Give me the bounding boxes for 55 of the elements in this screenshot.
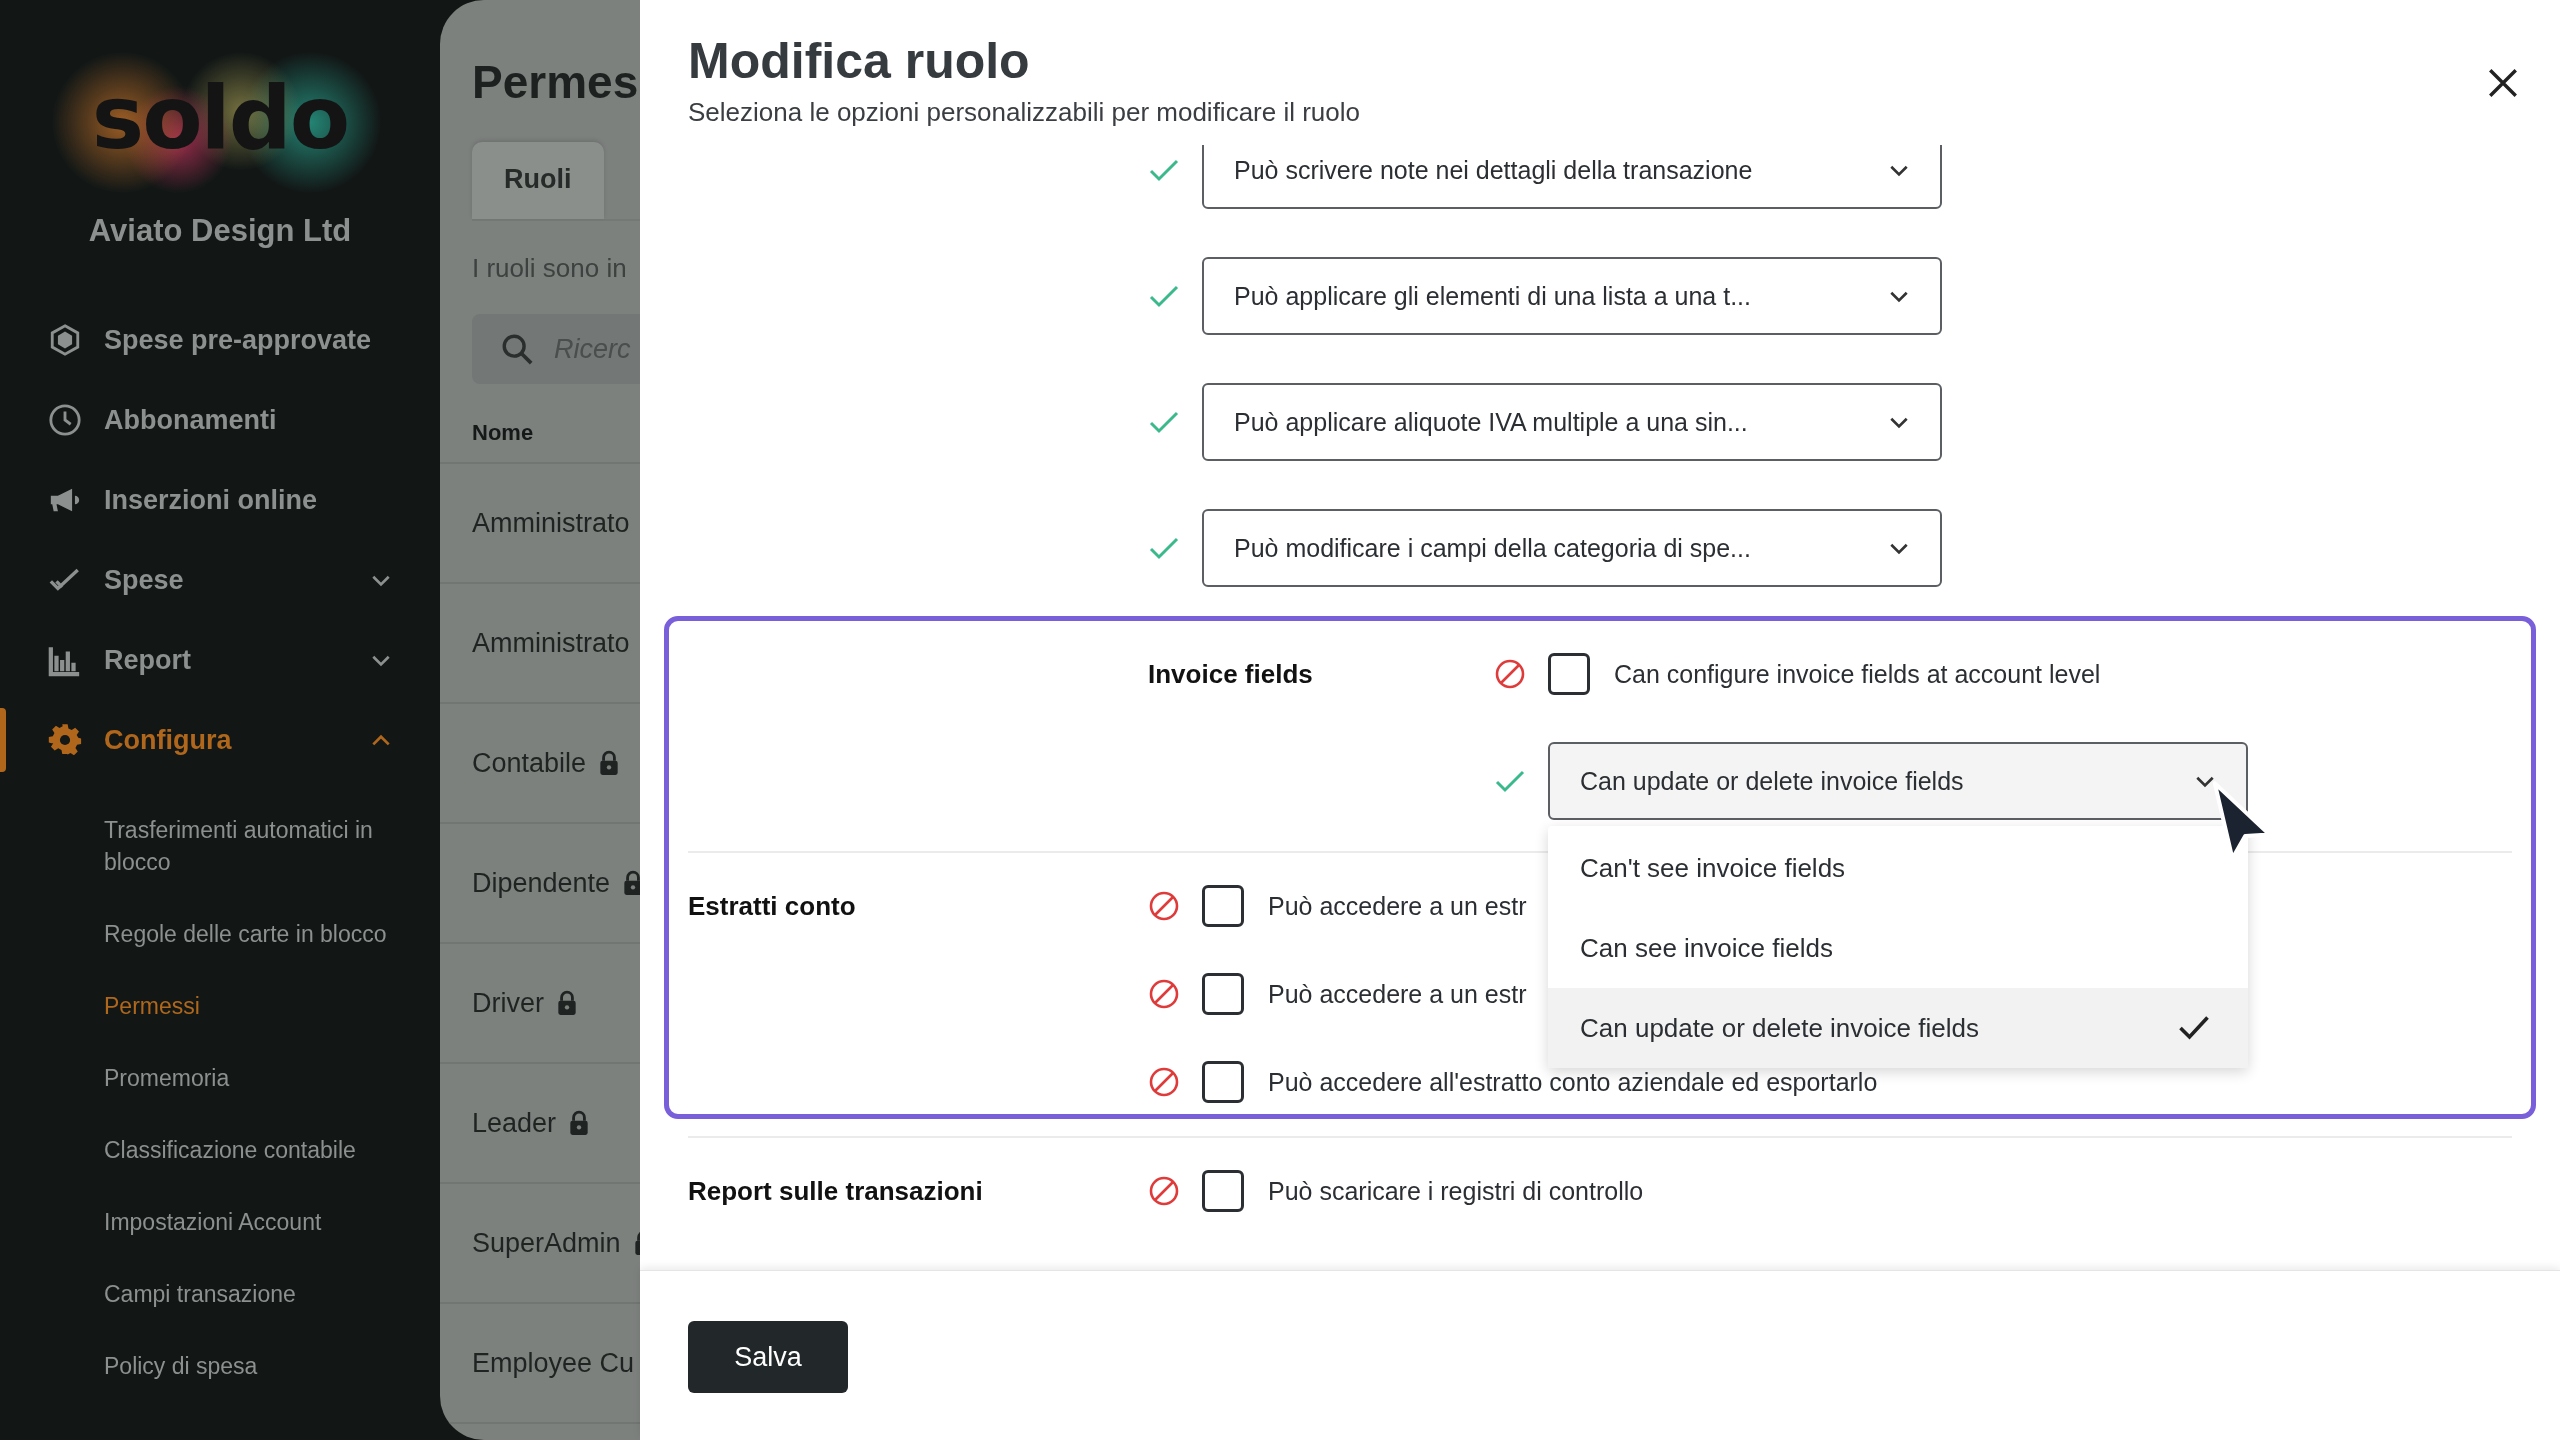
modal-title: Modifica ruolo [688,32,1030,91]
nav-subitem[interactable]: Permessi [104,970,440,1042]
clock-icon [48,403,82,437]
checkbox[interactable] [1202,885,1244,927]
nav-subitem[interactable]: Classificazione contabile [104,1114,440,1186]
role-name[interactable]: Leader [472,1107,557,1139]
nav-item[interactable]: Spese [0,540,440,620]
checkbox[interactable] [1548,653,1590,695]
nav-item[interactable]: Configura [0,700,440,780]
permission-dropdown[interactable]: Può scrivere note nei dettagli della transazione [1202,145,1942,209]
company-name: Aviato Design Ltd [88,213,352,249]
role-name[interactable]: Driver [472,987,544,1019]
menu-option[interactable]: Can update or delete invoice fields [1548,988,2248,1068]
nav-item[interactable]: Report [0,620,440,700]
nav-subitem[interactable]: Regole delle carte in blocco [104,898,440,970]
save-button[interactable]: Salva [688,1321,848,1393]
checkbox[interactable] [1202,1061,1244,1103]
section-label: Report sulle transazioni [688,1176,983,1206]
nav-item[interactable]: Inserzioni online [0,460,440,540]
intro-text: I ruoli sono in [472,253,628,284]
section-label: Estratti conto [688,891,856,921]
role-name[interactable]: Amministrato [472,507,630,539]
permission-text: Può accedere a un estr [1268,979,1527,1009]
menu-option[interactable]: Can't see invoice fields [1548,828,2248,908]
close-button[interactable] [2486,66,2520,100]
role-name[interactable]: Employee Cu [472,1347,635,1379]
checkbox[interactable] [1202,973,1244,1015]
nav-subitem[interactable]: Policy di spesa [104,1330,440,1402]
group-label: Invoice fields [1148,659,1313,689]
permission-dropdown[interactable]: Can update or delete invoice fields [1548,742,2248,820]
checkbox[interactable] [1202,1170,1244,1212]
permission-text: Può accedere all'estratto conto aziendale ed esportarlo [1268,1067,1878,1097]
role-name[interactable]: SuperAdmin [472,1227,621,1259]
nav-item[interactable]: Abbonamenti [0,380,440,460]
page-title: Permes [472,55,640,110]
nav-subitem[interactable]: Impostazioni Account [104,1186,440,1258]
menu-option[interactable]: Can see invoice fields [1548,908,2248,988]
nav-subitem[interactable]: Campi transazione [104,1258,440,1330]
nav-subitem[interactable]: Promemoria [104,1042,440,1114]
modal-subtitle: Seleziona le opzioni personalizzabili per modificare il ruolo [688,96,1361,129]
search-icon [500,332,534,366]
nav-subitem[interactable]: Trasferimenti automatici in blocco [104,794,440,898]
role-name[interactable]: Dipendente [472,867,611,899]
permission-text: Can configure invoice fields at account level [1614,659,2101,689]
role-name[interactable]: Contabile [472,747,587,779]
role-name[interactable]: Amministrato [472,627,630,659]
permission-dropdown[interactable]: Può applicare aliquote IVA multiple a una sin... [1202,383,1942,461]
permission-dropdown[interactable]: Può applicare gli elementi di una lista a una t... [1202,257,1942,335]
hexagon-icon [48,323,82,357]
tab[interactable]: Ruoli [472,142,604,219]
settings-icon [48,723,82,757]
permission-text: Può scaricare i registri di controllo [1268,1176,1644,1206]
nav-item[interactable]: Spese pre-approvate [0,300,440,380]
permission-text: Può accedere a un estr [1268,891,1527,921]
permission-dropdown[interactable]: Può modificare i campi della categoria di spe... [1202,509,1942,587]
